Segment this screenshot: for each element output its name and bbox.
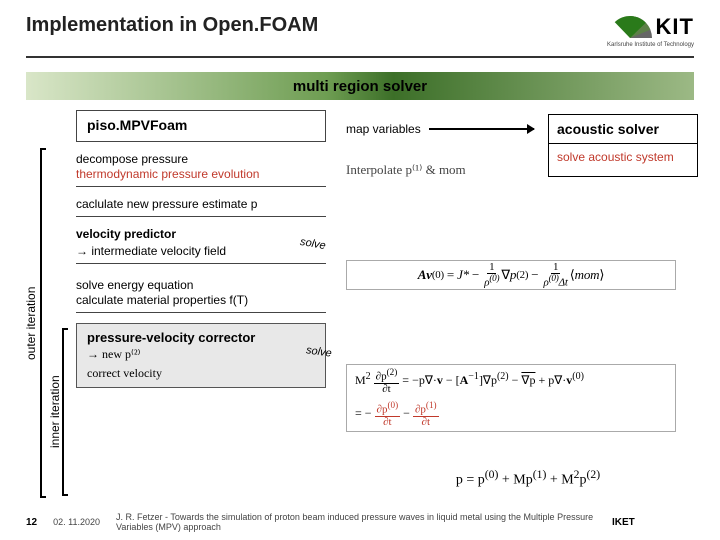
kit-wordmark: KIT xyxy=(656,14,694,40)
slide-title: Implementation in Open.FOAM xyxy=(26,14,318,37)
estimate-box: caclulate new pressure estimate p xyxy=(76,193,326,217)
energy-box: solve energy equation calculate material… xyxy=(76,274,326,313)
kit-fan-icon xyxy=(630,16,652,38)
velocity-predictor-sub: → intermediate velocity field xyxy=(76,244,326,259)
acoustic-title: acoustic solver xyxy=(549,115,697,144)
velocity-predictor-title: velocity predictor xyxy=(76,227,176,241)
slide-footer: 12 02. 11.2020 J. R. Fetzer - Towards th… xyxy=(0,512,720,532)
decompose-line2: thermodynamic pressure evolution xyxy=(76,167,326,182)
pv-title: pressure-velocity corrector xyxy=(87,330,315,345)
decompose-box: decompose pressure thermodynamic pressur… xyxy=(76,148,326,187)
footer-right: IKET xyxy=(612,517,635,528)
region-label: multi region solver xyxy=(293,78,427,95)
energy-line1: solve energy equation xyxy=(76,278,193,292)
slide-header: Implementation in Open.FOAM KIT Karlsruh… xyxy=(0,0,720,52)
pv-corrector-box: pressure-velocity corrector → new p⁽²⁾ c… xyxy=(76,323,326,388)
region-banner: multi region solver xyxy=(26,72,694,100)
solver-name-box: piso.MPVFoam xyxy=(76,110,326,142)
map-variables-label: map variables xyxy=(346,122,421,136)
equation-pressure: M2 ∂p(2)∂t = −p∇·v − [A−1]∇p(2) − ∇p + p… xyxy=(346,364,676,432)
inner-iteration-bracket xyxy=(62,328,68,496)
pv-correct: correct velocity xyxy=(87,366,315,381)
kit-logo: KIT Karlsruhe Institute of Technology xyxy=(607,14,694,48)
diagram-area: outer iteration inner iteration piso.MPV… xyxy=(26,110,694,510)
header-divider xyxy=(26,56,694,58)
footer-date: 02. 11.2020 xyxy=(53,517,100,527)
solver-steps-column: piso.MPVFoam decompose pressure thermody… xyxy=(76,110,326,388)
equation-total-pressure: p = p(0) + Mp(1) + M2p(2) xyxy=(388,468,668,489)
interpolate-text: Interpolate p⁽¹⁾ & mom xyxy=(346,162,646,178)
velocity-predictor-box: velocity predictor → intermediate veloci… xyxy=(76,223,326,264)
equation-velocity: Av(0) = J* − 1ρ(0) ∇p(2) − 1ρ(0)Δt ⟨mom⟩ xyxy=(346,260,676,290)
energy-line2: calculate material properties f(T) xyxy=(76,293,248,307)
decompose-line1: decompose pressure xyxy=(76,152,188,166)
arrow-right-icon xyxy=(429,128,534,130)
map-variables-row: map variables xyxy=(346,122,534,136)
kit-subtitle: Karlsruhe Institute of Technology xyxy=(607,42,694,48)
pv-sub: → new p⁽²⁾ xyxy=(87,347,315,362)
footer-credit: J. R. Fetzer - Towards the simulation of… xyxy=(116,512,596,532)
page-number: 12 xyxy=(26,517,37,528)
outer-iteration-bracket xyxy=(40,148,46,498)
